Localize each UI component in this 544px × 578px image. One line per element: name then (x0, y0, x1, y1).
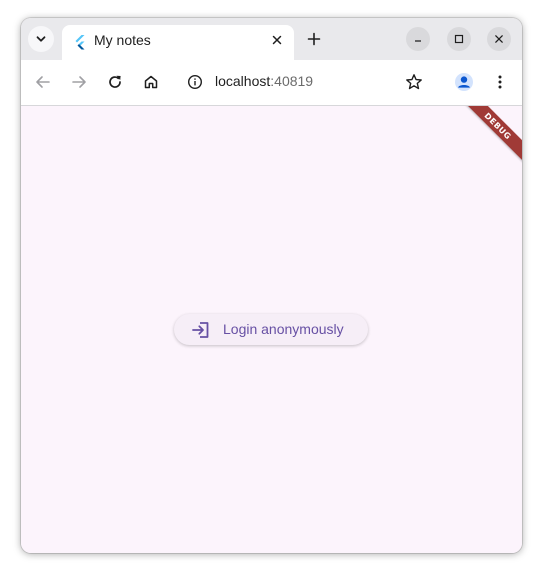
debug-banner: DEBUG (454, 106, 522, 170)
more-vert-icon (498, 75, 502, 89)
login-icon (192, 322, 209, 338)
reload-button[interactable] (101, 68, 129, 96)
bookmark-button[interactable] (400, 68, 428, 96)
star-icon (406, 74, 422, 90)
reload-icon (109, 75, 121, 88)
tab-close-button[interactable] (268, 31, 286, 49)
forward-button[interactable] (65, 68, 93, 96)
back-button[interactable] (29, 68, 57, 96)
browser-window: My notes localhost:40819 DEBUG Login ano… (21, 18, 522, 553)
maximize-button[interactable] (447, 27, 471, 51)
login-anonymously-button[interactable]: Login anonymously (174, 314, 368, 345)
site-info-button[interactable] (183, 70, 207, 94)
url-text: localhost:40819 (215, 73, 313, 89)
minimize-button[interactable] (406, 27, 430, 51)
tab-active[interactable]: My notes (62, 25, 294, 60)
menu-button[interactable] (486, 68, 514, 96)
info-icon (187, 74, 203, 90)
close-window-button[interactable] (487, 27, 511, 51)
url-host: localhost (215, 73, 271, 89)
browser-toolbar: localhost:40819 (21, 60, 522, 106)
tab-strip: My notes (21, 18, 522, 60)
profile-button[interactable] (450, 68, 478, 96)
tab-title: My notes (94, 32, 151, 48)
close-icon (495, 35, 503, 43)
arrow-left-icon (36, 76, 50, 88)
login-button-label: Login anonymously (223, 321, 344, 337)
plus-icon (307, 32, 321, 46)
home-icon (144, 75, 158, 89)
page-viewport: DEBUG Login anonymously (21, 106, 522, 553)
debug-banner-label: DEBUG (482, 110, 514, 142)
maximize-icon (454, 34, 464, 44)
new-tab-button[interactable] (301, 26, 327, 52)
arrow-right-icon (72, 76, 86, 88)
profile-icon (455, 73, 473, 91)
flutter-logo-icon (75, 35, 85, 50)
home-button[interactable] (137, 68, 165, 96)
minimize-icon (415, 40, 421, 42)
tab-search-button[interactable] (28, 26, 54, 52)
close-icon (272, 35, 282, 45)
chevron-down-icon (36, 36, 46, 42)
url-port: :40819 (270, 73, 314, 89)
